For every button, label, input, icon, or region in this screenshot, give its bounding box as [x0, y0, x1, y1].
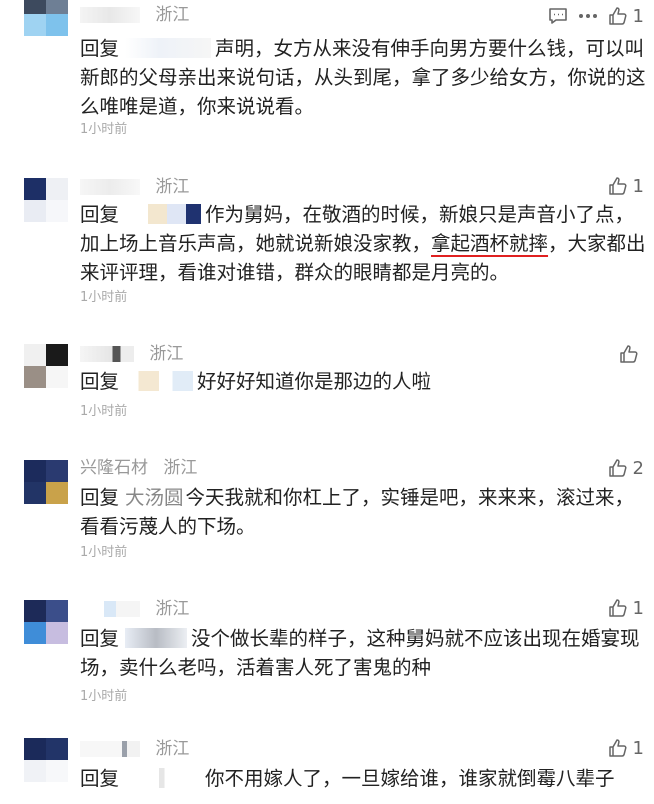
reply-label: 回复 [80, 627, 120, 650]
like-button[interactable] [619, 344, 644, 364]
comment-body: 回复 作为舅妈，在敬酒的时候，新娘只是声音小了点，加上场上音乐声高，她就说新娘没家… [80, 200, 646, 287]
username-blurred[interactable] [80, 346, 134, 362]
like-button[interactable]: 1 [608, 598, 644, 619]
reply-label: 回复 [80, 203, 120, 226]
comment-text: 好好好知道你是那边的人啦 [197, 370, 432, 393]
username-blurred[interactable] [80, 7, 140, 23]
reply-label: 回复 [80, 486, 120, 509]
location: 浙江 [155, 599, 190, 619]
thumbs-up-icon [608, 739, 627, 757]
timestamp: 1小时前 [80, 122, 128, 137]
thumbs-up-icon [608, 459, 627, 477]
like-count: 1 [632, 597, 644, 619]
comment-body: 回复 没个做长辈的样子，这种舅妈就不应该出现在婚宴现场，卖什么老吗，活着害人死了害… [80, 624, 646, 682]
reply-target-blurred[interactable] [125, 628, 188, 648]
username-blurred[interactable] [80, 601, 140, 617]
avatar[interactable] [24, 460, 68, 504]
reply-target[interactable]: 大汤圆 [125, 483, 184, 512]
like-button[interactable]: 1 [608, 6, 644, 27]
avatar[interactable] [24, 738, 68, 782]
avatar[interactable] [24, 178, 68, 222]
timestamp: 1小时前 [80, 404, 128, 419]
comment-actions: 1 [608, 174, 644, 198]
thumbs-up-icon [608, 599, 627, 617]
avatar[interactable] [24, 0, 68, 36]
reply-target-blurred[interactable] [125, 768, 202, 788]
username-blurred[interactable] [80, 741, 140, 757]
comment-actions [619, 342, 644, 366]
reply-target-blurred[interactable] [125, 38, 212, 58]
comment-meta: 兴隆石材 浙江 [80, 457, 197, 479]
thumbs-up-icon [608, 177, 627, 195]
like-button[interactable]: 1 [608, 738, 644, 759]
location: 浙江 [155, 177, 190, 197]
reply-icon[interactable] [548, 6, 568, 26]
timestamp: 1小时前 [80, 689, 128, 704]
avatar[interactable] [24, 344, 68, 388]
like-count: 1 [632, 5, 644, 27]
comment-body: 回复 声明，女方从来没有伸手向男方要什么钱，可以叫新郎的父母亲出来说句话，从头到尾… [80, 34, 646, 121]
reply-label: 回复 [80, 370, 120, 393]
reply-label: 回复 [80, 767, 120, 790]
more-icon[interactable] [578, 13, 598, 19]
comment-body: 回复 好好好知道你是那边的人啦 [80, 367, 646, 396]
location: 浙江 [155, 739, 190, 759]
reply-target-blurred[interactable] [125, 371, 194, 391]
comment-actions: 2 [608, 456, 644, 480]
comment-meta: 浙江 [80, 598, 189, 620]
comment-actions: 1 [608, 736, 644, 760]
thumbs-up-icon [620, 345, 638, 363]
comment-actions: 1 [548, 4, 644, 28]
location: 浙江 [149, 344, 184, 364]
timestamp: 1小时前 [80, 545, 128, 560]
reply-label: 回复 [80, 37, 120, 60]
reply-target-blurred[interactable] [125, 204, 202, 224]
like-button[interactable]: 1 [608, 176, 644, 197]
timestamp: 1小时前 [80, 290, 128, 305]
comment-body: 回复 大汤圆 今天我就和你杠上了，实锤是吧，来来来，滚过来，看看污蔑人的下场。 [80, 483, 646, 541]
username-blurred[interactable] [80, 179, 140, 195]
thumbs-up-icon [608, 7, 627, 25]
comment-meta: 浙江 [80, 738, 189, 760]
comment-meta: 浙江 [80, 176, 189, 198]
comment-body: 回复 你不用嫁人了，一旦嫁给谁，谁家就倒霉八辈子 [80, 764, 646, 793]
like-count: 1 [632, 175, 644, 197]
comment-meta: 浙江 [80, 343, 183, 365]
comment-text: 你不用嫁人了，一旦嫁给谁，谁家就倒霉八辈子 [205, 767, 615, 790]
like-button[interactable]: 2 [608, 458, 644, 479]
location: 浙江 [155, 5, 190, 25]
like-count: 1 [632, 737, 644, 759]
avatar[interactable] [24, 600, 68, 644]
username[interactable]: 兴隆石材 [80, 457, 148, 479]
location: 浙江 [163, 458, 198, 478]
comment-actions: 1 [608, 596, 644, 620]
comment-text-highlight: 拿起酒杯就摔 [431, 232, 549, 255]
like-count: 2 [632, 457, 644, 479]
comment-meta: 浙江 [80, 4, 189, 26]
